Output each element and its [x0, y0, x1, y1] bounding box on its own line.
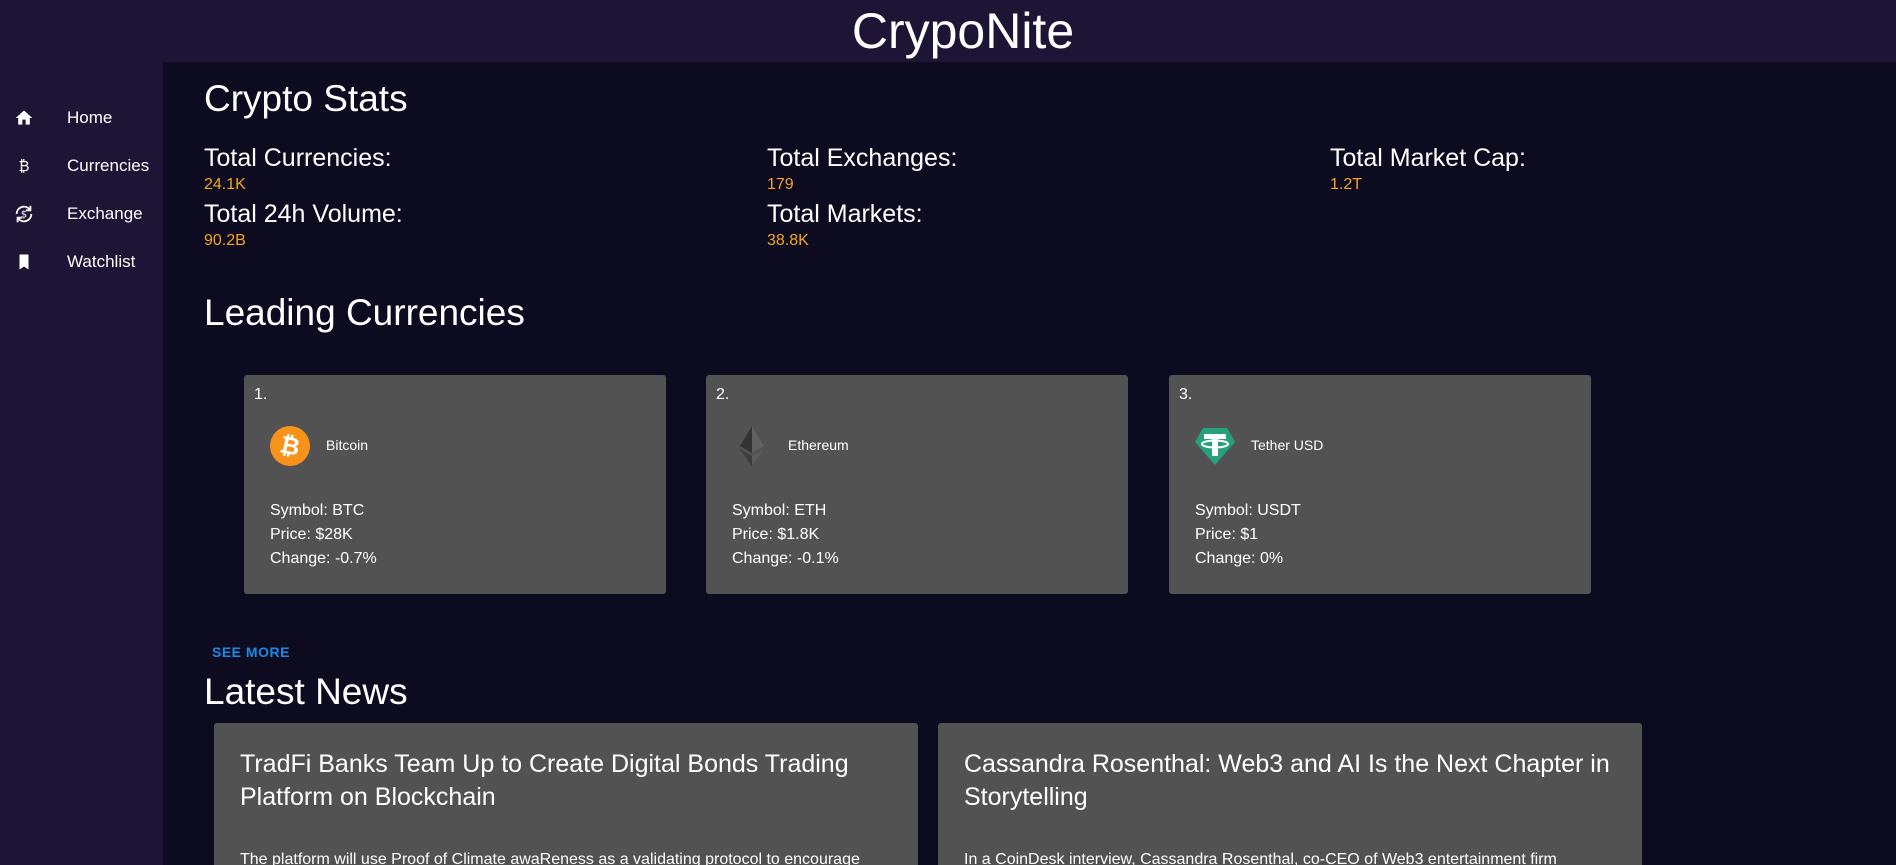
coin-info: Symbol: BTC Price: $28K Change: -0.7% — [270, 499, 377, 571]
bookmark-icon — [13, 251, 35, 273]
header: CrypoNite — [163, 0, 1896, 62]
bitcoin-coin-icon: ₿ — [269, 425, 311, 467]
leading-currencies-heading: Leading Currencies — [204, 292, 525, 333]
svg-text:₿: ₿ — [18, 157, 29, 175]
stat-total-market-cap: Total Market Cap: 1.2T — [1330, 143, 1526, 195]
stat-total-currencies: Total Currencies: 24.1K — [204, 143, 392, 195]
stat-label: Total 24h Volume: — [204, 200, 403, 228]
coin-price: Price: $1.8K — [732, 526, 820, 543]
news-title: TradFi Banks Team Up to Create Digital B… — [240, 750, 849, 811]
coin-rank: 1. — [254, 386, 268, 403]
coin-card-tether[interactable]: 3. Tether USD Symbol: USDT Price: $1 Cha… — [1169, 375, 1591, 594]
stat-total-24h-volume: Total 24h Volume: 90.2B — [204, 199, 403, 251]
coin-price: Price: $28K — [270, 526, 353, 543]
sidebar-item-label: Home — [67, 108, 113, 127]
news-description: In a CoinDesk interview, Cassandra Rosen… — [964, 851, 1557, 865]
stat-total-markets: Total Markets: 38.8K — [767, 199, 923, 251]
stat-value: 179 — [767, 176, 794, 193]
home-icon — [13, 107, 35, 129]
app-title: CrypoNite — [851, 3, 1075, 59]
news-card[interactable]: TradFi Banks Team Up to Create Digital B… — [214, 723, 918, 865]
ethereum-coin-icon — [731, 425, 773, 467]
coin-change: Change: -0.1% — [732, 550, 839, 567]
coin-name: Tether USD — [1251, 437, 1324, 453]
coin-rank: 2. — [716, 386, 730, 403]
stat-total-exchanges: Total Exchanges: 179 — [767, 143, 957, 195]
exchange-icon: $ — [13, 203, 35, 225]
stat-value: 38.8K — [767, 232, 809, 249]
coin-symbol: Symbol: BTC — [270, 502, 365, 519]
coin-name: Bitcoin — [326, 437, 369, 453]
sidebar-nav: Home ₿ Currencies $ Exchange Watchlist — [0, 94, 163, 286]
coin-change: Change: -0.7% — [270, 550, 377, 567]
stat-value: 1.2T — [1330, 176, 1363, 193]
coin-card-bitcoin[interactable]: 1. ₿ Bitcoin Symbol: BTC Price: $28K Cha… — [244, 375, 666, 594]
sidebar-item-exchange[interactable]: $ Exchange — [0, 190, 163, 238]
news-title: Cassandra Rosenthal: Web3 and AI Is the … — [964, 750, 1610, 811]
tether-coin-icon — [1194, 425, 1236, 467]
stat-label: Total Markets: — [767, 200, 923, 228]
coin-card-ethereum[interactable]: 2. Ethereum Symbol: ETH Price: $1.8K Cha… — [706, 375, 1128, 594]
bitcoin-icon: ₿ — [13, 155, 35, 177]
sidebar-item-label: Exchange — [67, 204, 143, 223]
coin-name: Ethereum — [788, 437, 849, 453]
coin-symbol: Symbol: ETH — [732, 502, 827, 519]
stat-label: Total Currencies: — [204, 144, 392, 172]
main-content: Crypto Stats Total Currencies: 24.1K Tot… — [163, 62, 1896, 865]
svg-text:$: $ — [21, 210, 27, 221]
coin-info: Symbol: ETH Price: $1.8K Change: -0.1% — [732, 499, 839, 571]
stat-label: Total Exchanges: — [767, 144, 958, 172]
sidebar-item-currencies[interactable]: ₿ Currencies — [0, 142, 163, 190]
coin-info: Symbol: USDT Price: $1 Change: 0% — [1195, 499, 1301, 571]
see-more-button[interactable]: SEE MORE — [212, 644, 290, 660]
coin-symbol: Symbol: USDT — [1195, 502, 1301, 519]
coin-price: Price: $1 — [1195, 526, 1259, 543]
sidebar-item-label: Currencies — [67, 156, 150, 175]
stat-label: Total Market Cap: — [1330, 144, 1526, 172]
stat-value: 24.1K — [204, 176, 246, 193]
news-card[interactable]: Cassandra Rosenthal: Web3 and AI Is the … — [938, 723, 1642, 865]
sidebar-item-home[interactable]: Home — [0, 94, 163, 142]
coin-rank: 3. — [1179, 386, 1193, 403]
latest-news-heading: Latest News — [204, 671, 408, 712]
sidebar: Home ₿ Currencies $ Exchange Watchlist — [0, 0, 163, 865]
sidebar-item-watchlist[interactable]: Watchlist — [0, 238, 163, 286]
coin-change: Change: 0% — [1195, 550, 1284, 567]
stat-value: 90.2B — [204, 232, 246, 249]
crypto-stats-heading: Crypto Stats — [204, 78, 408, 119]
news-description: The platform will use Proof of Climate a… — [240, 851, 860, 865]
sidebar-item-label: Watchlist — [67, 252, 136, 271]
app-root: Home ₿ Currencies $ Exchange Watchlist C… — [0, 0, 1896, 865]
